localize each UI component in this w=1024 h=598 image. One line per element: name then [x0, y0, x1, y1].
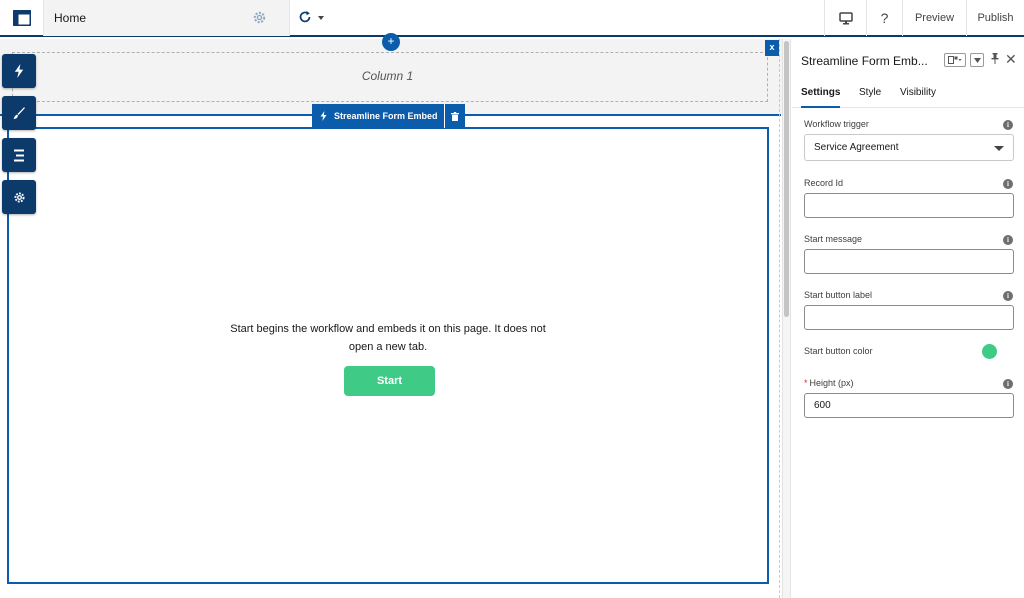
publish-button[interactable]: Publish: [966, 0, 1024, 36]
start-button-label-field[interactable]: [804, 305, 1014, 330]
start-description-line: open a new tab.: [348, 341, 428, 353]
info-icon[interactable]: i: [1003, 179, 1013, 189]
properties-panel: Streamline Form Emb... ✕ Settings Style …: [792, 39, 1024, 598]
tab-style[interactable]: Style: [859, 87, 881, 106]
info-icon[interactable]: i: [1003, 235, 1013, 245]
close-icon[interactable]: ✕: [1005, 51, 1017, 67]
canvas-scrollbar[interactable]: [782, 39, 791, 598]
record-id-field[interactable]: [804, 193, 1014, 218]
workflow-trigger-value: Service Agreement: [814, 142, 899, 153]
info-icon[interactable]: i: [1003, 291, 1013, 301]
start-button-color-label: Start button color: [804, 346, 873, 356]
delete-component-button[interactable]: [443, 104, 465, 128]
height-label: * Height (px): [804, 378, 854, 388]
chevron-down-icon: [973, 57, 981, 63]
trash-icon: [450, 111, 459, 121]
start-description-line: Start begins the workflow and embeds it …: [230, 323, 546, 335]
component-tab-text: Streamline Form Embed: [334, 111, 438, 121]
settings-tool-button[interactable]: [2, 180, 36, 214]
record-id-label: Record Id: [804, 178, 844, 188]
start-button-label-label: Start button label: [804, 290, 873, 300]
canvas-boundary: [779, 39, 780, 598]
gear-icon[interactable]: [252, 10, 267, 25]
gear-icon: [13, 191, 25, 203]
tab-settings[interactable]: Settings: [801, 87, 841, 108]
pin-icon[interactable]: [991, 53, 999, 64]
layout-icon: [12, 10, 31, 26]
top-toolbar: Home ? Preview Publish: [0, 0, 1024, 37]
start-message-label: Start message: [804, 234, 863, 244]
page-selector[interactable]: Home: [44, 0, 324, 36]
info-icon[interactable]: i: [1003, 120, 1013, 130]
panel-menu-dropdown[interactable]: [970, 53, 984, 67]
component-label: Streamline Form Embed: [312, 104, 444, 128]
info-icon[interactable]: i: [1003, 379, 1013, 389]
list-icon: [13, 149, 24, 161]
help-button[interactable]: ?: [866, 0, 902, 36]
component-type-dropdown[interactable]: [944, 53, 966, 67]
column-label: Column 1: [361, 69, 414, 83]
desktop-icon: [838, 11, 853, 24]
height-label-text: Height (px): [809, 378, 854, 388]
page-canvas: Column 1 + x Start begins the workflow a…: [0, 33, 782, 598]
start-button[interactable]: Start: [344, 366, 435, 396]
height-field[interactable]: 600: [804, 393, 1014, 418]
workflow-trigger-label: Workflow trigger: [804, 119, 869, 129]
chevron-down-icon[interactable]: [318, 16, 324, 20]
app-switcher-button[interactable]: [0, 0, 44, 36]
chevron-down-icon: [994, 146, 1004, 151]
add-component-button[interactable]: +: [382, 33, 400, 51]
components-tool-button[interactable]: [2, 54, 36, 88]
start-message-field[interactable]: [804, 249, 1014, 274]
desktop-preview-button[interactable]: [824, 0, 866, 36]
theme-tool-button[interactable]: [2, 96, 36, 130]
structure-tool-button[interactable]: [2, 138, 36, 172]
tab-visibility[interactable]: Visibility: [900, 87, 936, 106]
brush-icon: [13, 106, 25, 119]
preview-button[interactable]: Preview: [902, 0, 966, 36]
page-name: Home: [54, 11, 87, 25]
workflow-trigger-select[interactable]: Service Agreement: [804, 134, 1014, 161]
start-description: Start begins the workflow and embeds it …: [9, 320, 767, 356]
required-marker: *: [804, 378, 808, 388]
scrollbar-thumb[interactable]: [784, 41, 789, 317]
streamline-form-embed-component[interactable]: Start begins the workflow and embeds it …: [7, 127, 769, 584]
lightning-icon: [320, 111, 327, 121]
refresh-icon[interactable]: [298, 10, 312, 24]
panel-tabs: Settings Style Visibility: [792, 84, 1024, 108]
lightning-icon: [14, 64, 24, 78]
component-icon: [948, 56, 962, 64]
color-swatch[interactable]: [982, 344, 997, 359]
component-label-tab[interactable]: Streamline Form Embed: [312, 104, 465, 128]
panel-title: Streamline Form Emb...: [801, 54, 928, 68]
close-column-button[interactable]: x: [765, 40, 779, 56]
